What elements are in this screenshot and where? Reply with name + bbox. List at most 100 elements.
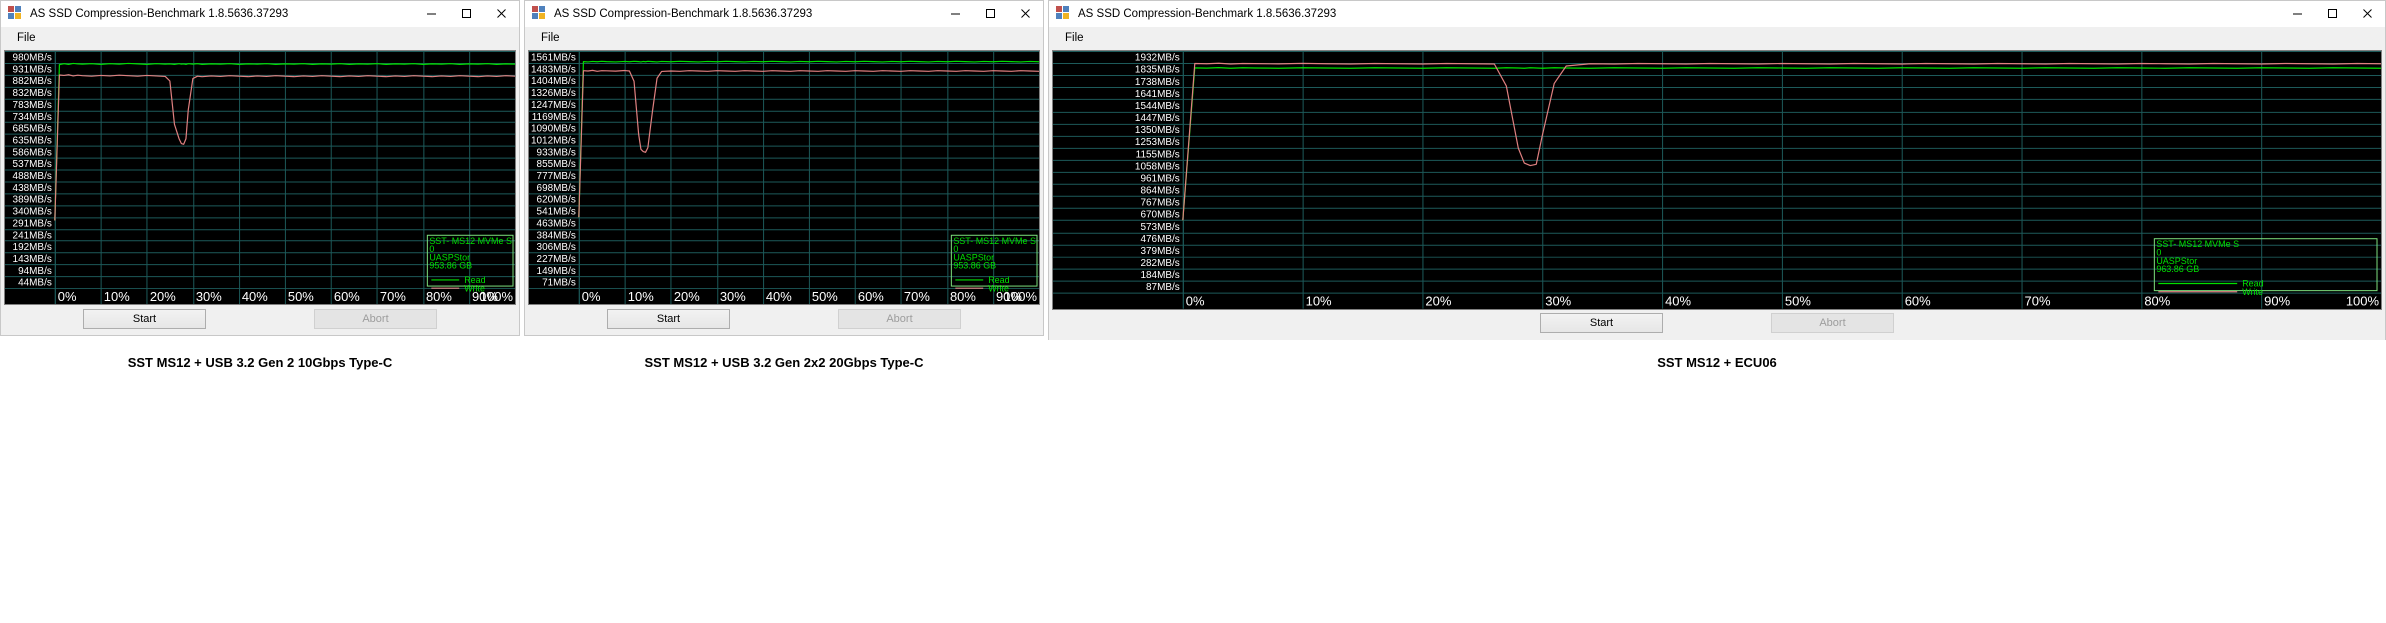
x-axis-tick: 60%: [334, 289, 360, 304]
y-axis-tick: 855MB/s: [537, 159, 576, 170]
x-axis-tick: 60%: [1905, 293, 1931, 308]
x-axis-tick: 100%: [2346, 293, 2380, 308]
close-button[interactable]: [1008, 1, 1043, 27]
legend-capacity: 953.86 GB: [953, 261, 996, 271]
minimize-button[interactable]: [938, 1, 973, 27]
x-axis-tick: 80%: [426, 289, 452, 304]
chart-container: 1932MB/s 1835MB/s 1738MB/s 1641MB/s 1544MB/s…: [1049, 49, 2385, 310]
y-axis-tick: 783MB/s: [13, 100, 52, 111]
x-axis-tick: 0%: [58, 289, 77, 304]
x-axis-tick: 70%: [380, 289, 406, 304]
y-axis-tick: 1738MB/s: [1135, 77, 1180, 88]
window-controls: [414, 1, 519, 27]
figure-caption: SST MS12 + USB 3.2 Gen 2x2 20Gbps Type-C: [644, 355, 924, 370]
menu-bar: File: [525, 27, 1043, 49]
start-button[interactable]: Start: [1540, 313, 1663, 334]
y-axis-tick: 767MB/s: [1140, 198, 1179, 209]
y-axis-tick: 1350MB/s: [1135, 125, 1180, 136]
x-axis-tick: 0%: [582, 289, 601, 304]
action-bar: Start Abort: [525, 305, 1043, 335]
y-axis-tick: 149MB/s: [537, 266, 576, 277]
x-axis-tick: 40%: [1665, 293, 1691, 308]
y-axis-tick: 379MB/s: [1140, 246, 1179, 257]
y-axis-tick: 1641MB/s: [1135, 89, 1180, 100]
x-axis-tick: 40%: [242, 289, 268, 304]
y-axis-tick: 87MB/s: [1146, 282, 1180, 293]
menu-item-file[interactable]: File: [535, 30, 566, 46]
y-axis-tick: 620MB/s: [537, 195, 576, 206]
y-axis-tick: 1404MB/s: [531, 76, 576, 87]
y-axis-tick: 340MB/s: [13, 207, 52, 218]
action-bar: Start Abort: [1049, 309, 2385, 340]
legend-write-label: Write: [988, 283, 1009, 293]
y-axis-tick: 1561MB/s: [531, 53, 576, 64]
benchmark-plot: 1932MB/s1835MB/s1738MB/s1641MB/s1544MB/s…: [1053, 51, 2381, 309]
y-axis-tick: 94MB/s: [18, 266, 52, 277]
y-axis-tick: 227MB/s: [537, 254, 576, 265]
x-axis-tick: 70%: [2025, 293, 2051, 308]
x-axis-tick: 40%: [766, 289, 792, 304]
y-axis-tick: 1253MB/s: [1135, 137, 1180, 148]
window-controls: [938, 1, 1043, 27]
y-axis-tick: 282MB/s: [1140, 258, 1179, 269]
screenshot-root: AS SSD Compression-Benchmark 1.8.5636.37…: [0, 0, 2386, 623]
x-axis-tick: 100%: [480, 289, 514, 304]
x-axis-tick: 10%: [628, 289, 654, 304]
close-button[interactable]: [2350, 1, 2385, 27]
y-axis-tick: 1155MB/s: [1136, 149, 1180, 160]
y-axis-tick: 1169MB/s: [532, 112, 576, 123]
y-axis-tick: 1090MB/s: [531, 124, 576, 135]
y-axis-tick: 933MB/s: [537, 147, 576, 158]
x-axis-tick: 70%: [904, 289, 930, 304]
y-axis-tick: 586MB/s: [13, 147, 52, 158]
benchmark-plot: 980MB/s931MB/s882MB/s832MB/s783MB/s734MB…: [5, 51, 515, 304]
menu-item-file[interactable]: File: [1059, 30, 1090, 46]
y-axis-tick: 635MB/s: [13, 135, 52, 146]
x-axis-tick: 90%: [2264, 293, 2290, 308]
x-axis-tick: 80%: [2144, 293, 2170, 308]
x-axis-tick: 20%: [1425, 293, 1451, 308]
title-bar[interactable]: AS SSD Compression-Benchmark 1.8.5636.37…: [1049, 1, 2385, 27]
compression-benchmark-chart: 1561MB/s 1483MB/s 1404MB/s 1326MB/s 1247MB/s…: [528, 50, 1040, 305]
y-axis-tick: 143MB/s: [13, 254, 52, 265]
app-window: AS SSD Compression-Benchmark 1.8.5636.37…: [0, 0, 520, 336]
x-axis-tick: 30%: [1545, 293, 1571, 308]
chart-container: 1561MB/s 1483MB/s 1404MB/s 1326MB/s 1247MB/s…: [525, 49, 1043, 305]
y-axis-tick: 184MB/s: [1140, 270, 1179, 281]
y-axis-tick: 44MB/s: [18, 278, 52, 289]
y-axis-tick: 541MB/s: [537, 207, 576, 218]
y-axis-tick: 438MB/s: [13, 183, 52, 194]
y-axis-tick: 384MB/s: [537, 230, 576, 241]
app-window: AS SSD Compression-Benchmark 1.8.5636.37…: [524, 0, 1044, 336]
start-button[interactable]: Start: [83, 308, 206, 329]
abort-button[interactable]: Abort: [314, 308, 437, 329]
compression-benchmark-chart: 980MB/s 931MB/s 882MB/s 832MB/s 783MB/s 734MB…: [4, 50, 516, 305]
abort-button[interactable]: Abort: [838, 308, 961, 329]
close-button[interactable]: [484, 1, 519, 27]
maximize-button[interactable]: [973, 1, 1008, 27]
x-axis-tick: 0%: [1186, 293, 1205, 308]
legend-capacity: 963.86 GB: [2156, 264, 2199, 274]
abort-button[interactable]: Abort: [1771, 313, 1894, 334]
y-axis-tick: 291MB/s: [13, 218, 52, 229]
y-axis-tick: 1326MB/s: [531, 88, 576, 99]
app-window: AS SSD Compression-Benchmark 1.8.5636.37…: [1048, 0, 2386, 340]
maximize-button[interactable]: [449, 1, 484, 27]
minimize-button[interactable]: [2280, 1, 2315, 27]
chart-container: 980MB/s 931MB/s 882MB/s 832MB/s 783MB/s 734MB…: [1, 49, 519, 305]
title-bar[interactable]: AS SSD Compression-Benchmark 1.8.5636.37…: [525, 1, 1043, 27]
title-bar[interactable]: AS SSD Compression-Benchmark 1.8.5636.37…: [1, 1, 519, 27]
y-axis-tick: 980MB/s: [13, 53, 52, 64]
x-axis-tick: 80%: [950, 289, 976, 304]
menu-item-file[interactable]: File: [11, 30, 42, 46]
y-axis-tick: 882MB/s: [13, 76, 52, 87]
y-axis-tick: 1447MB/s: [1135, 113, 1180, 124]
minimize-button[interactable]: [414, 1, 449, 27]
x-axis-tick: 20%: [150, 289, 176, 304]
window-controls: [2280, 1, 2385, 27]
x-axis-tick: 30%: [720, 289, 746, 304]
start-button[interactable]: Start: [607, 308, 730, 329]
maximize-button[interactable]: [2315, 1, 2350, 27]
legend-device-model: SST- MS12 MVMe S: [429, 236, 512, 246]
x-axis-tick: 30%: [196, 289, 222, 304]
